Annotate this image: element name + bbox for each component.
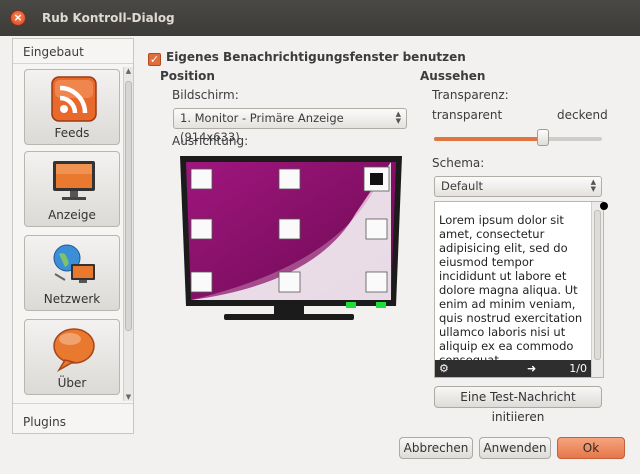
transparency-slider[interactable]	[434, 137, 602, 141]
screen-select[interactable]: 1. Monitor - Primäre Anzeige (914x633) ▲…	[173, 108, 407, 144]
scheme-select-value: Default	[441, 179, 484, 193]
position-section-title: Position	[160, 69, 215, 83]
align-bottom-center[interactable]	[278, 271, 301, 293]
checkbox-label: Eigenes Benachrichtigungsfenster benutze…	[166, 50, 466, 64]
sidebar-item-anzeige[interactable]: Anzeige	[24, 151, 120, 227]
preview-corner-dot	[600, 202, 608, 210]
appearance-section-title: Aussehen	[420, 69, 486, 83]
cancel-button[interactable]: Abbrechen	[399, 437, 473, 459]
preview-text: Lorem ipsum dolor sit amet, consectetur …	[439, 213, 583, 367]
align-middle-left[interactable]	[190, 218, 213, 240]
preview-scroll-thumb[interactable]	[594, 210, 601, 360]
transparency-slider-fill	[434, 137, 544, 141]
align-top-right[interactable]	[363, 166, 390, 192]
sidebar-item-netzwerk[interactable]: Netzwerk	[24, 235, 120, 311]
own-notification-window-checkbox[interactable]: ✓ Eigenes Benachrichtigungsfenster benutz…	[148, 50, 466, 66]
preview-next-icon[interactable]: ➜	[527, 360, 536, 377]
screen-label: Bildschirm:	[172, 88, 239, 102]
transparent-label: transparent	[432, 108, 503, 122]
align-top-center[interactable]	[278, 168, 301, 190]
sidebar-header-builtin[interactable]: Eingebaut	[23, 45, 84, 59]
speech-bubble-icon	[53, 328, 95, 372]
align-middle-center[interactable]	[278, 218, 301, 240]
align-top-left[interactable]	[190, 168, 213, 190]
indicator-light	[346, 302, 356, 308]
notification-preview: Lorem ipsum dolor sit amet, consectetur …	[434, 201, 604, 378]
monitor-icon	[53, 161, 95, 200]
ok-button[interactable]: Ok	[557, 437, 625, 459]
scheme-label: Schema:	[432, 156, 485, 170]
apply-button[interactable]: Anwenden	[479, 437, 551, 459]
sidebar-scroll-thumb[interactable]	[125, 81, 132, 331]
preview-settings-icon[interactable]: ⚙	[439, 360, 449, 377]
sidebar-item-label: Anzeige	[48, 208, 96, 222]
combo-arrows-icon: ▲ ▼	[395, 110, 401, 125]
transparency-label: Transparenz:	[432, 88, 509, 102]
align-bottom-left[interactable]	[190, 271, 213, 293]
transparency-slider-handle[interactable]	[537, 129, 550, 146]
alignment-monitor	[180, 156, 402, 320]
combo-arrows-icon: ▲ ▼	[590, 178, 596, 193]
sidebar-item-label: Feeds	[54, 126, 90, 140]
align-middle-right[interactable]	[365, 218, 388, 240]
align-bottom-right[interactable]	[365, 271, 388, 293]
rss-feed-icon	[51, 76, 97, 122]
sidebar-item-feeds[interactable]: Feeds	[24, 69, 120, 145]
category-sidebar: Eingebaut Feeds Anzeige Netzwerk Über ▲ …	[12, 38, 134, 434]
preview-toolbar: ⚙ ➜ 1/0	[435, 360, 591, 377]
sidebar-scrollbar[interactable]: ▲ ▼	[123, 67, 133, 401]
sidebar-divider	[13, 403, 133, 404]
network-icon	[53, 244, 95, 283]
preview-scrollbar[interactable]	[591, 202, 603, 377]
scheme-select[interactable]: Default ▲ ▼	[434, 176, 602, 197]
sidebar-header-plugins[interactable]: Plugins	[23, 415, 66, 429]
alignment-label: Ausrichtung:	[172, 134, 249, 148]
indicator-light	[376, 302, 386, 308]
test-message-button[interactable]: Eine Test-Nachricht initiieren	[434, 386, 602, 424]
scroll-down-icon[interactable]: ▼	[124, 393, 133, 401]
checkbox-checked-icon[interactable]: ✓	[148, 53, 161, 66]
opaque-label: deckend	[557, 108, 608, 122]
sidebar-divider	[13, 63, 133, 64]
window-title: Rub Kontroll-Dialog	[42, 11, 175, 25]
sidebar-item-label: Netzwerk	[43, 292, 101, 306]
sidebar-item-ueber[interactable]: Über	[24, 319, 120, 395]
window-titlebar: × Rub Kontroll-Dialog	[0, 0, 640, 36]
preview-page-counter: 1/0	[569, 362, 587, 375]
scroll-up-icon[interactable]: ▲	[124, 67, 133, 75]
sidebar-item-label: Über	[57, 376, 87, 390]
close-window-button[interactable]: ×	[10, 10, 26, 26]
